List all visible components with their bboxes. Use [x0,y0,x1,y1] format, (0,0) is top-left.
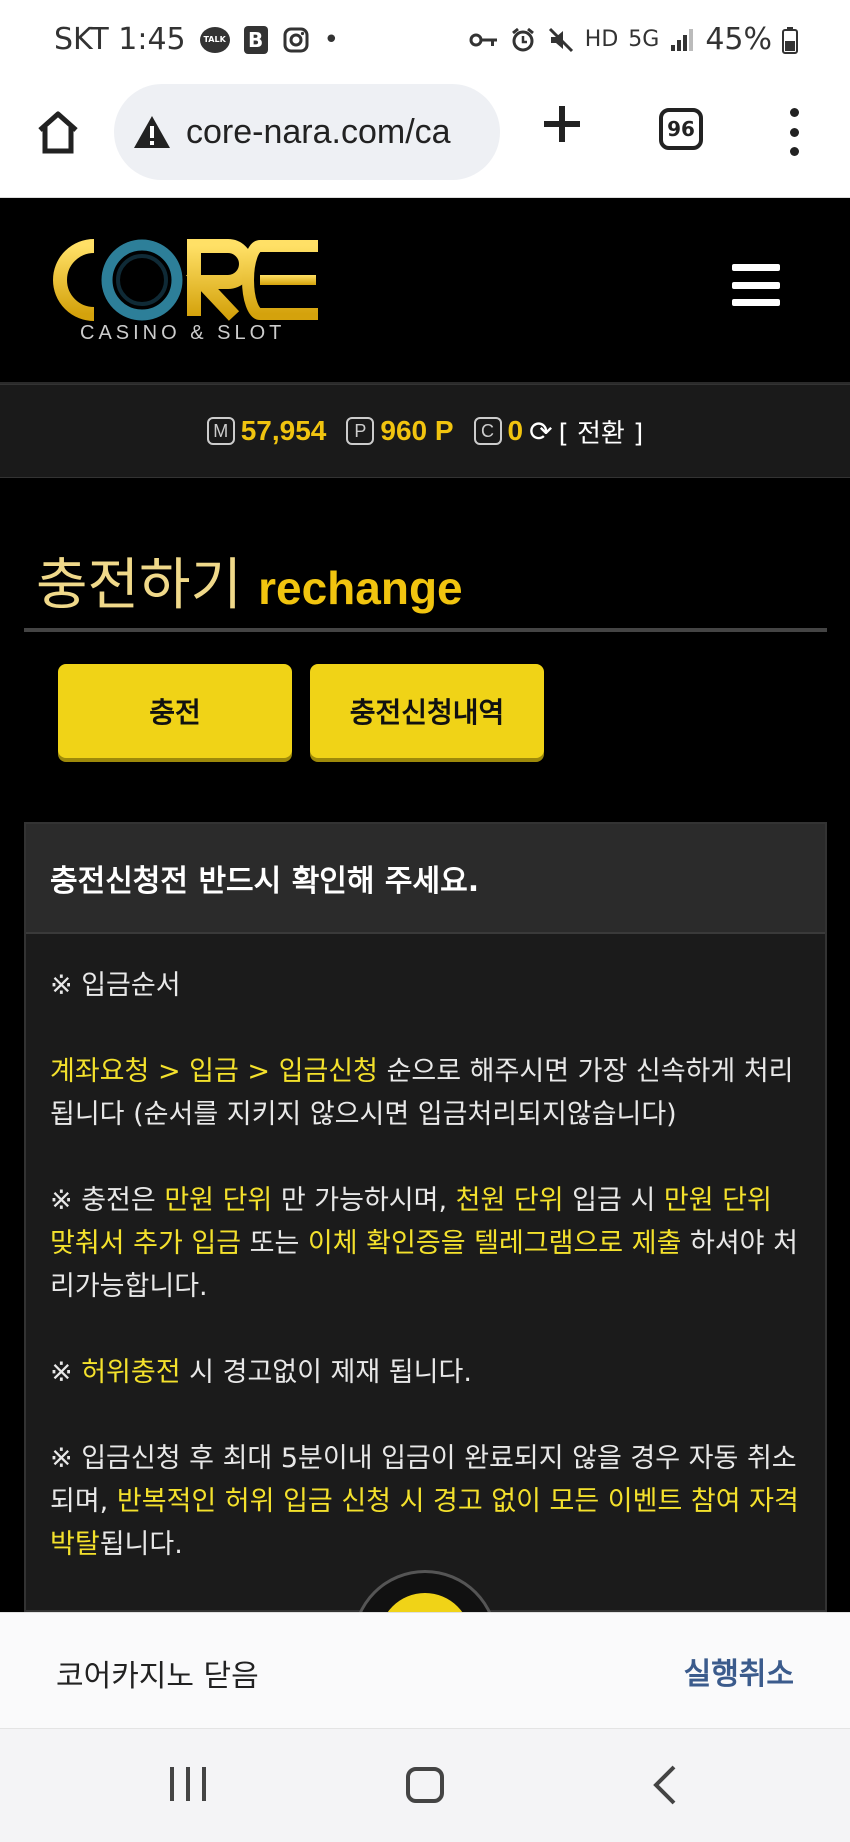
notice-false-charge: ※ 허위충전 시 경고없이 제재 됩니다. [50,1357,472,1388]
coupon-balance: C 0 ⟳ [ 전환 ] [473,413,644,450]
alarm-icon [509,26,537,54]
money-icon: M [206,417,235,445]
notice-heading: 충전신청전 반드시 확인해 주세요. [26,824,825,934]
new-tab-button[interactable] [540,102,584,146]
charge-button[interactable]: 충전 [58,664,292,758]
page-title-ko: 충전하기 [36,553,243,618]
instagram-icon [282,26,310,54]
hamburger-menu-button[interactable] [732,264,780,306]
money-value: 57,954 [240,415,327,446]
system-home-button[interactable] [406,1767,444,1803]
page-title-en: rechange [258,562,463,614]
battery-icon [782,26,798,54]
coupon-icon: C [473,417,502,445]
b-app-icon: B [243,25,268,54]
mute-icon [547,26,575,54]
tab-switcher-button[interactable]: 96 [659,108,703,150]
key-icon [469,30,499,50]
snackbar: 코어카지노 닫음 실행취소 [0,1612,850,1728]
battery-percent: 45% [705,22,772,57]
notice-auto-cancel: ※ 입금신청 후 최대 5분이내 입금이 완료되지 않을 경우 자동 취소되며,… [50,1443,799,1560]
home-button[interactable] [34,108,82,156]
money-balance: M 57,954 [206,415,327,447]
title-divider [24,628,827,632]
back-button[interactable] [650,1763,680,1815]
site-header: CASINO & SLOT [0,198,850,384]
kakaotalk-icon: TALK [199,26,230,53]
address-bar[interactable]: core-nara.com/ca [114,84,500,180]
plus-icon [544,106,580,142]
notice-box: 충전신청전 반드시 확인해 주세요. ※ 입금순서 계좌요청 > 입금 > 입금… [24,822,827,1612]
convert-link[interactable]: [ 전환 ] [559,413,644,450]
network-5g-icon: 5G [628,27,660,52]
status-bar: SKT 1:45 TALK B • HD 5G 45% [0,0,850,78]
snackbar-message: 코어카지노 닫음 [56,1659,259,1694]
home-icon [38,111,78,154]
charge-history-button[interactable]: 충전신청내역 [310,664,544,758]
logo-graphic [53,239,318,321]
page-title: 충전하기 rechange [36,540,463,621]
system-navigation-bar [0,1728,850,1842]
back-chevron-icon [653,1765,676,1805]
url-text: core-nara.com/ca [186,112,451,151]
carrier-time: SKT 1:45 [54,22,186,57]
refresh-icon[interactable]: ⟳ [529,415,552,448]
recent-apps-button[interactable] [170,1767,206,1801]
more-menu-button[interactable] [780,108,808,156]
notice-unit-rule: ※ 충전은 만원 단위 만 가능하시며, 천원 단위 입금 시 만원 단위 맞춰… [50,1185,798,1302]
warning-icon [134,116,170,148]
hd-voice-icon: HD [584,27,619,52]
point-balance: P 960 P [346,415,454,447]
undo-button[interactable]: 실행취소 [684,1649,794,1693]
balance-bar: M 57,954 P 960 P C 0 ⟳ [ 전환 ] [0,384,850,478]
notice-deposit-order-label: ※ 입금순서 [50,970,181,1001]
core-logo[interactable]: CASINO & SLOT [34,230,324,350]
notice-deposit-order: 계좌요청 > 입금 > 입금신청 순으로 해주시면 가장 신속하게 처리됩니다 … [50,1056,794,1130]
signal-icon [669,27,695,53]
notification-dot: • [323,24,339,55]
point-icon: P [346,417,375,445]
coupon-value: 0 [507,415,524,446]
point-value: 960 P [380,415,454,446]
notice-body: ※ 입금순서 계좌요청 > 입금 > 입금신청 순으로 해주시면 가장 신속하게… [26,934,825,1566]
browser-toolbar: core-nara.com/ca 96 [0,78,850,198]
logo-subtitle: CASINO & SLOT [80,322,286,344]
